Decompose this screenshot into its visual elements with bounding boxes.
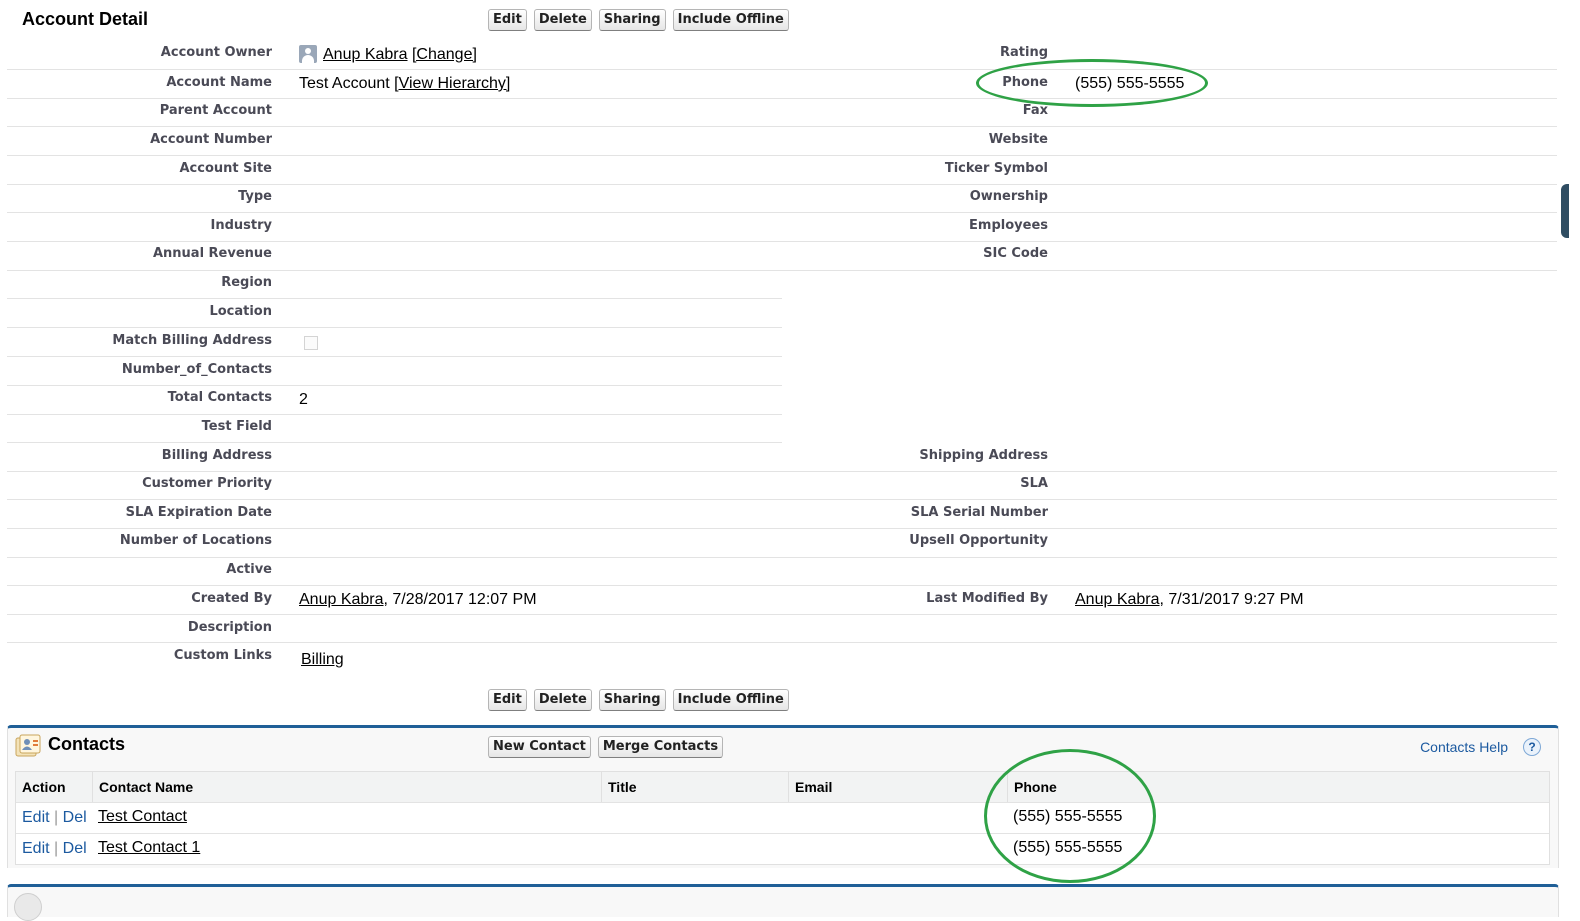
label-test-field: Test Field [201, 419, 272, 434]
label-website: Website [988, 132, 1048, 147]
last-modified-by-value: Anup Kabra, 7/31/2017 9:27 PM [1075, 591, 1304, 609]
created-by-value: Anup Kabra, 7/28/2017 12:07 PM [299, 591, 537, 609]
table-row: Edit | Del Test Contact (555) 555-5555 [16, 802, 1549, 834]
action-separator: | [54, 809, 59, 826]
label-total-contacts: Total Contacts [167, 390, 272, 405]
label-parent-account: Parent Account [159, 103, 272, 118]
page-title: Account Detail [22, 9, 149, 29]
label-match-billing-address: Match Billing Address [112, 333, 272, 348]
delete-contact-link[interactable]: Del [63, 809, 87, 826]
label-sla-serial-number: SLA Serial Number [910, 505, 1048, 520]
row-actions: Edit | Del [22, 840, 87, 858]
table-row: Edit | Del Test Contact 1 (555) 555-5555 [16, 833, 1549, 865]
side-panel-handle[interactable] [1561, 184, 1569, 238]
detail-row [7, 386, 782, 415]
label-customer-priority: Customer Priority [142, 476, 272, 491]
label-ownership: Ownership [969, 189, 1048, 204]
detail-toolbar-bottom: Edit Delete Sharing Include Offline [488, 689, 789, 711]
help-icon[interactable]: ? [1523, 738, 1541, 756]
include-offline-button-bottom[interactable]: Include Offline [672, 689, 789, 711]
edit-contact-link[interactable]: Edit [22, 809, 50, 826]
account-name-value: Test Account [View Hierarchy] [299, 75, 510, 93]
contacts-toolbar: New Contact Merge Contacts [488, 736, 724, 758]
sharing-button-bottom[interactable]: Sharing [598, 689, 666, 711]
label-number-of-locations: Number of Locations [119, 533, 272, 548]
label-rating: Rating [999, 45, 1048, 60]
label-account-number: Account Number [150, 132, 272, 147]
label-ticker-symbol: Ticker Symbol [944, 161, 1048, 176]
match-billing-address-checkbox [304, 336, 318, 350]
account-owner-value: Anup Kabra [Change] [323, 46, 477, 64]
label-fax: Fax [1022, 103, 1048, 118]
include-offline-button[interactable]: Include Offline [672, 9, 789, 31]
label-account-owner: Account Owner [160, 45, 272, 60]
change-owner-link[interactable]: [Change] [412, 46, 477, 63]
label-employees: Employees [969, 218, 1048, 233]
label-type: Type [238, 189, 272, 204]
label-created-by: Created By [191, 591, 272, 606]
label-phone: Phone [1002, 75, 1048, 90]
row-actions: Edit | Del [22, 809, 87, 827]
modified-by-date: , 7/31/2017 9:27 PM [1159, 591, 1304, 608]
phone-value: (555) 555-5555 [1075, 75, 1185, 92]
detail-row [7, 270, 782, 299]
label-number-of-contacts: Number_of_Contacts [121, 362, 272, 377]
column-header-title[interactable]: Title [602, 772, 789, 802]
edit-contact-link[interactable]: Edit [22, 840, 50, 857]
label-region: Region [221, 275, 272, 290]
column-header-phone[interactable]: Phone [1008, 772, 1549, 802]
total-contacts-value: 2 [299, 391, 308, 408]
opportunities-related-list [7, 884, 1559, 917]
detail-row [7, 414, 782, 443]
label-shipping-address: Shipping Address [919, 448, 1048, 463]
detail-row [7, 299, 782, 328]
label-account-name: Account Name [166, 75, 272, 90]
label-location: Location [209, 304, 272, 319]
view-hierarchy-link[interactable]: [View Hierarchy] [394, 75, 510, 92]
label-account-site: Account Site [179, 161, 272, 176]
edit-button-bottom[interactable]: Edit [488, 689, 527, 711]
column-header-action: Action [16, 772, 93, 802]
merge-contacts-button[interactable]: Merge Contacts [597, 736, 724, 758]
label-last-modified-by: Last Modified By [926, 591, 1048, 606]
contacts-icon [15, 734, 41, 757]
contacts-table: Action Contact Name Title Email Phone Ed… [15, 771, 1550, 865]
contact-phone: (555) 555-5555 [1013, 808, 1123, 825]
label-sla-expiration-date: SLA Expiration Date [125, 505, 272, 520]
account-name-text: Test Account [299, 75, 390, 92]
created-by-user-link[interactable]: Anup Kabra [299, 591, 384, 608]
contact-name-link[interactable]: Test Contact 1 [98, 839, 200, 857]
column-header-email[interactable]: Email [789, 772, 1008, 802]
column-header-contact-name[interactable]: Contact Name [93, 772, 602, 802]
owner-link[interactable]: Anup Kabra [323, 46, 408, 63]
delete-button[interactable]: Delete [533, 9, 592, 31]
label-sla: SLA [1020, 476, 1048, 491]
label-billing-address: Billing Address [161, 448, 272, 463]
action-separator: | [54, 840, 59, 857]
label-sic-code: SIC Code [983, 246, 1048, 261]
label-custom-links: Custom Links [173, 648, 272, 663]
label-description: Description [187, 620, 272, 635]
sharing-button[interactable]: Sharing [598, 9, 666, 31]
custom-links-value: Billing [301, 651, 344, 669]
detail-toolbar-top: Edit Delete Sharing Include Offline [488, 9, 789, 31]
contacts-title: Contacts [48, 734, 126, 754]
opportunities-icon [14, 893, 42, 921]
contact-name-link[interactable]: Test Contact [98, 808, 187, 826]
delete-contact-link[interactable]: Del [63, 840, 87, 857]
label-active: Active [226, 562, 272, 577]
delete-button-bottom[interactable]: Delete [533, 689, 592, 711]
contact-phone: (555) 555-5555 [1013, 839, 1123, 856]
label-upsell-opportunity: Upsell Opportunity [909, 533, 1048, 548]
new-contact-button[interactable]: New Contact [488, 736, 591, 758]
billing-link[interactable]: Billing [301, 651, 344, 668]
created-by-date: , 7/28/2017 12:07 PM [383, 591, 537, 608]
label-industry: Industry [210, 218, 273, 233]
user-avatar-icon [299, 45, 317, 63]
modified-by-user-link[interactable]: Anup Kabra [1075, 591, 1160, 608]
label-annual-revenue: Annual Revenue [152, 246, 272, 261]
contacts-help-link[interactable]: Contacts Help [1420, 739, 1508, 755]
edit-button[interactable]: Edit [488, 9, 527, 31]
